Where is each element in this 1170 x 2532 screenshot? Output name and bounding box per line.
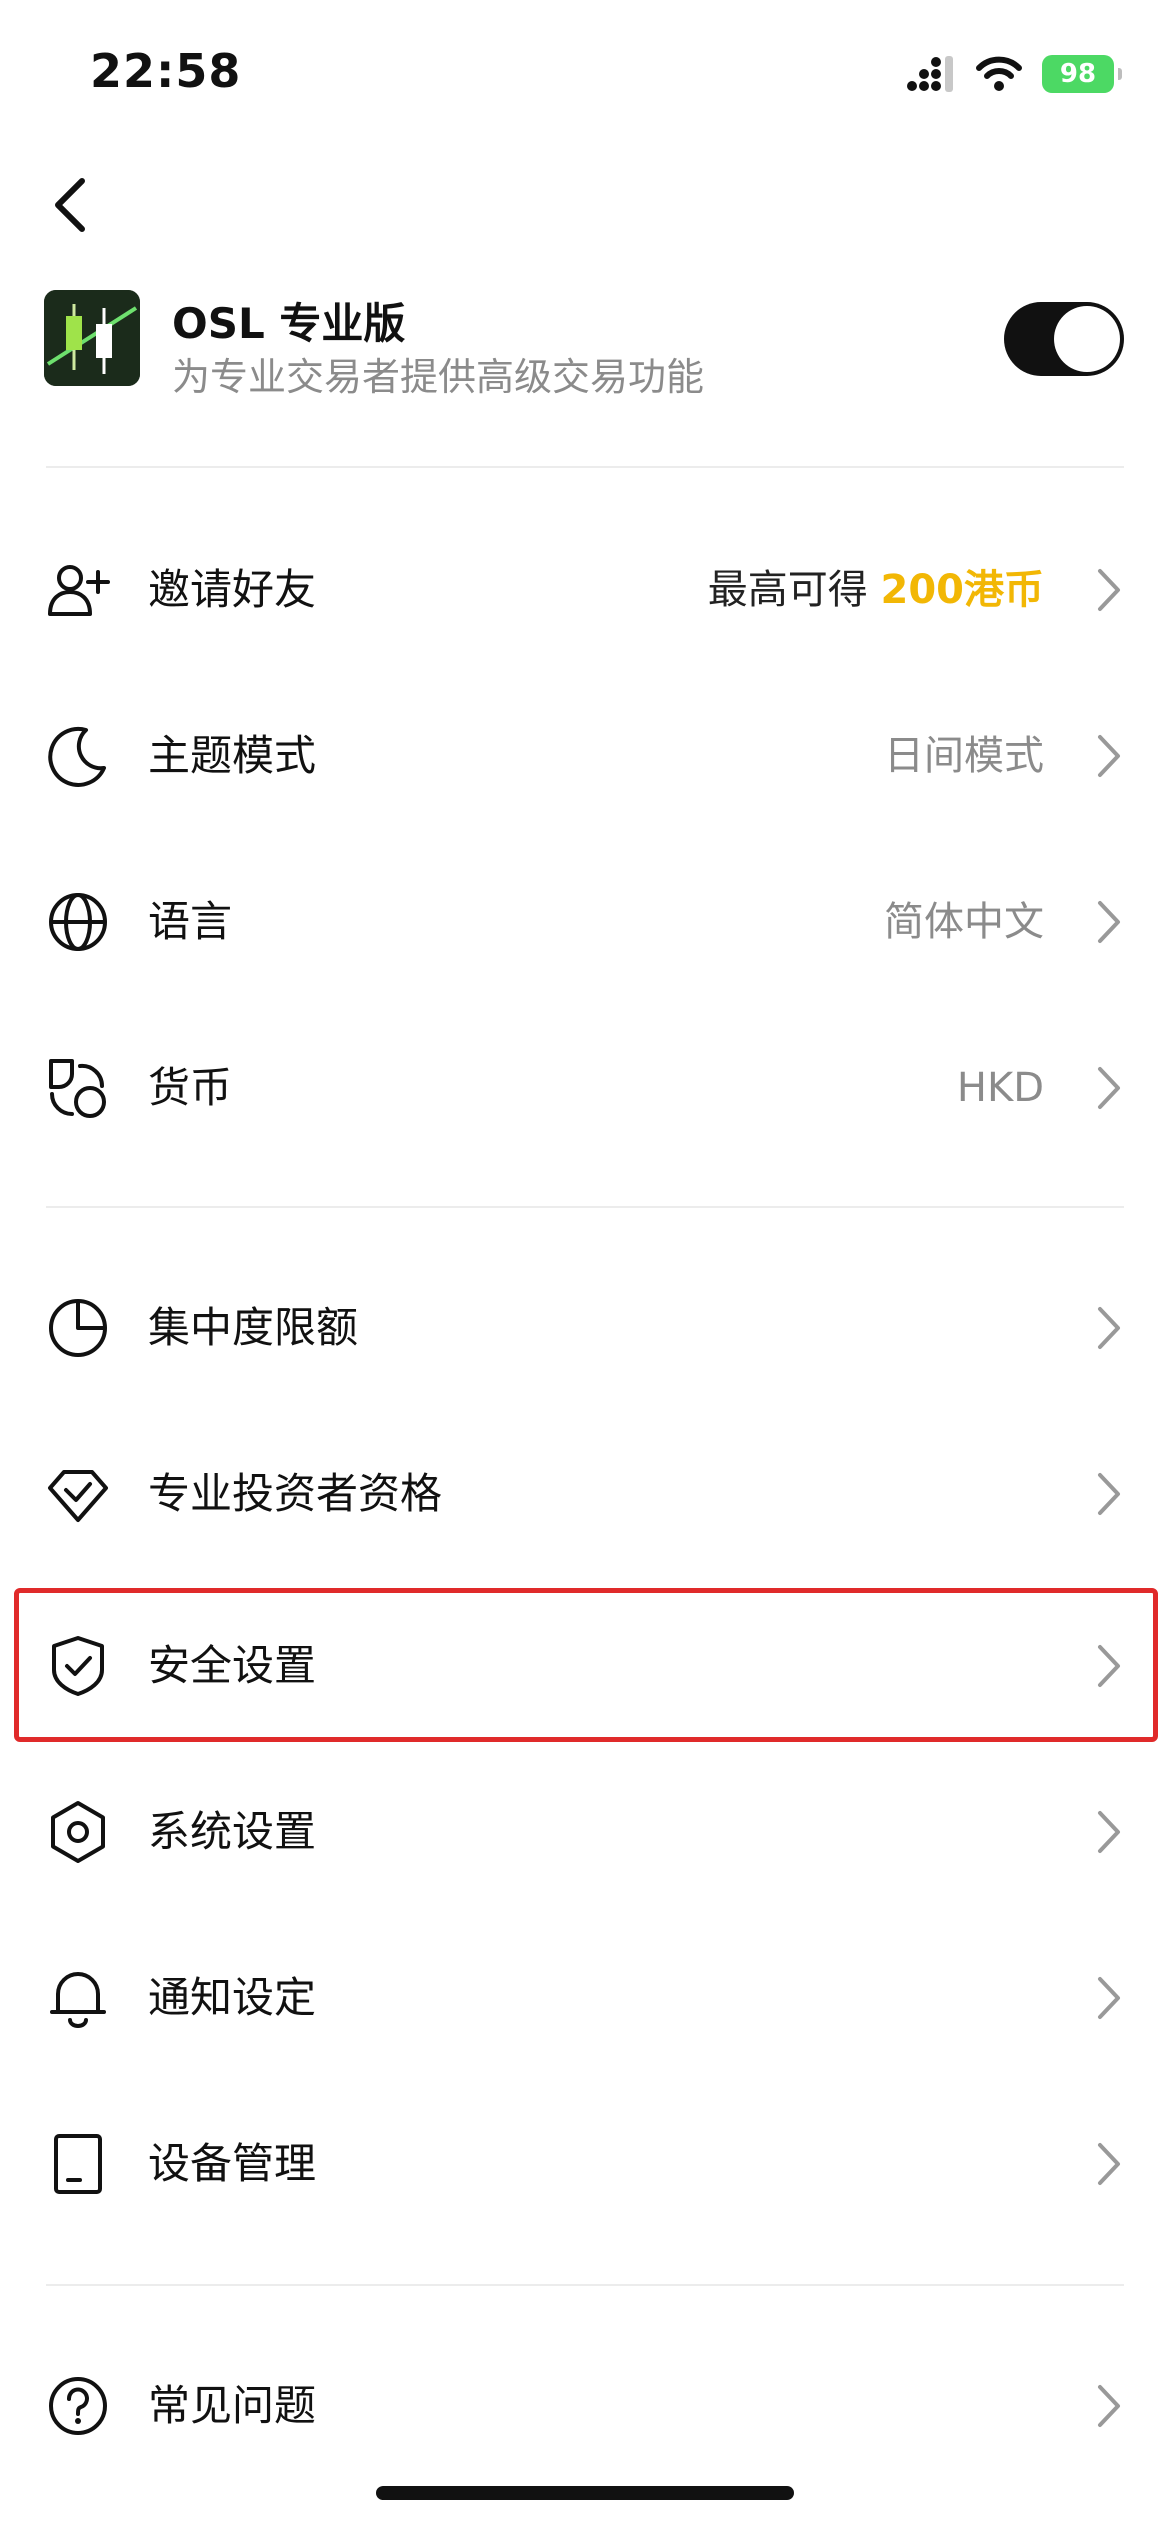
pro-mode-subtitle: 为专业交易者提供高级交易功能 xyxy=(172,355,705,399)
menu-item-label: 主题模式 xyxy=(148,731,317,780)
question-icon xyxy=(49,2377,107,2435)
chevron-right-icon xyxy=(1098,2143,1120,2185)
menu-item-label: 设备管理 xyxy=(148,2139,317,2188)
highlight-box xyxy=(14,1588,1158,1742)
home-indicator xyxy=(376,2486,794,2500)
chevron-right-icon xyxy=(1098,1067,1120,1109)
toggle-knob xyxy=(1054,306,1120,372)
reward-amount: 200港币 xyxy=(880,567,1045,613)
device-icon xyxy=(54,2134,102,2194)
add-user-icon xyxy=(48,565,110,616)
menu-item-device-management[interactable]: 设备管理 xyxy=(0,2084,1170,2244)
menu-item-label: 专业投资者资格 xyxy=(148,1469,443,1518)
menu-item-label: 语言 xyxy=(148,897,233,946)
wifi-icon xyxy=(976,56,1022,91)
globe-icon xyxy=(49,893,107,951)
menu-item-label: 系统设置 xyxy=(148,1807,317,1856)
divider xyxy=(46,466,1124,468)
hexagon-settings-icon xyxy=(51,1801,105,1863)
menu-item-value: 日间模式 xyxy=(884,733,1044,779)
currency-icon xyxy=(49,1059,106,1118)
chevron-right-icon xyxy=(1098,1473,1120,1515)
status-time: 22:58 xyxy=(90,44,242,98)
moon-icon xyxy=(48,726,106,787)
menu-item-label: 常见问题 xyxy=(148,2381,317,2430)
chevron-right-icon xyxy=(1098,1811,1120,1853)
menu-item-concentration-limit[interactable]: 集中度限额 xyxy=(0,1248,1170,1408)
menu-item-language[interactable]: 语言 简体中文 xyxy=(0,842,1170,1002)
menu-item-currency[interactable]: 货币 HKD xyxy=(0,1008,1170,1168)
menu-item-value: HKD xyxy=(956,1065,1044,1111)
osl-pro-logo xyxy=(44,290,140,386)
cellular-signal-icon xyxy=(907,56,953,92)
menu-item-label: 邀请好友 xyxy=(148,565,317,614)
diamond-check-icon xyxy=(48,1470,108,1522)
chevron-right-icon xyxy=(1098,1307,1120,1349)
menu-item-label: 货币 xyxy=(148,1063,233,1112)
pro-mode-title: OSL 专业版 xyxy=(172,299,406,348)
pro-mode-section: OSL 专业版 为专业交易者提供高级交易功能 xyxy=(44,290,1126,400)
menu-item-professional-investor[interactable]: 专业投资者资格 xyxy=(0,1414,1170,1574)
menu-item-value: 简体中文 xyxy=(884,899,1044,945)
menu-item-system-settings[interactable]: 系统设置 xyxy=(0,1752,1170,1912)
reward-prefix: 最高可得 xyxy=(707,567,881,613)
chevron-right-icon xyxy=(1098,735,1120,777)
menu-item-faq[interactable]: 常见问题 xyxy=(0,2326,1170,2486)
menu-item-theme-mode[interactable]: 主题模式 日间模式 xyxy=(0,676,1170,836)
menu-item-label: 集中度限额 xyxy=(148,1303,359,1352)
chevron-left-icon xyxy=(55,178,85,232)
divider xyxy=(46,2284,1124,2286)
bell-icon xyxy=(50,1972,106,2028)
chevron-right-icon xyxy=(1098,901,1120,943)
status-bar: 22:58 98 xyxy=(0,0,1170,150)
menu-item-label: 通知设定 xyxy=(148,1973,317,2022)
menu-item-notification-settings[interactable]: 通知设定 xyxy=(0,1918,1170,2078)
pro-mode-toggle[interactable] xyxy=(1004,302,1124,376)
pie-chart-icon xyxy=(49,1299,107,1357)
battery-indicator: 98 xyxy=(1042,55,1122,93)
chevron-right-icon xyxy=(1098,569,1120,611)
menu-item-invite-friends[interactable]: 邀请好友 最高可得 200港币 xyxy=(0,510,1170,670)
status-icons: 98 xyxy=(906,52,1122,96)
divider xyxy=(46,1206,1124,1208)
chevron-right-icon xyxy=(1098,1977,1120,2019)
back-button[interactable] xyxy=(40,170,100,240)
menu-item-value: 最高可得 200港币 xyxy=(708,560,1044,620)
chevron-right-icon xyxy=(1098,2385,1120,2427)
